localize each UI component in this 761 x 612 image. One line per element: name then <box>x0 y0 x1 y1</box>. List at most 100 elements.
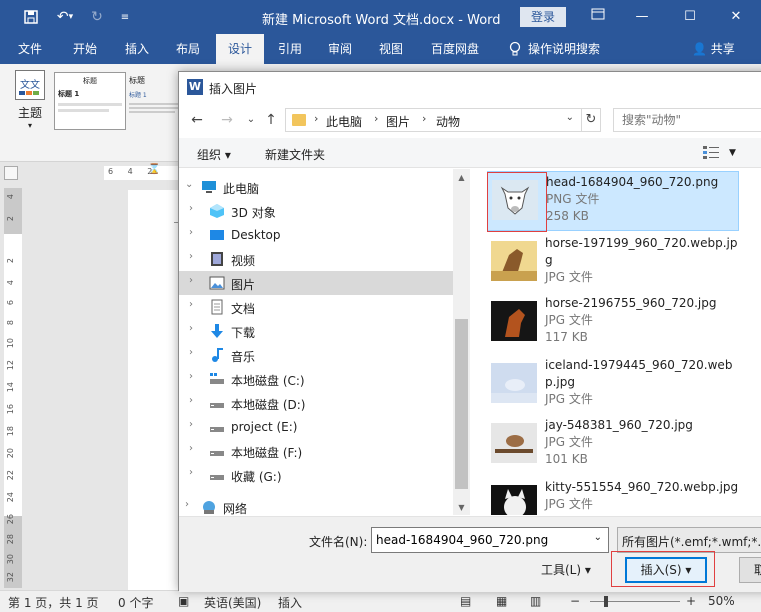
address-bar[interactable]: › 此电脑 › 图片 › 动物 ⌄ <box>285 108 601 132</box>
view-dropdown-icon[interactable]: ▼ <box>729 148 736 158</box>
file-item[interactable]: iceland-1979445_960_720.webp.jpg JPG 文件 <box>487 355 739 415</box>
nav-this-pc[interactable]: ⌄ 此电脑 <box>179 175 453 199</box>
zoom-in-icon[interactable]: + <box>686 594 696 608</box>
tools-button[interactable]: 工具(L) ▾ <box>541 561 591 578</box>
refresh-icon[interactable]: ↻ <box>581 108 601 132</box>
view-options-icon[interactable] <box>703 145 719 159</box>
file-item[interactable]: jay-548381_960_720.jpg JPG 文件 101 KB <box>487 415 739 475</box>
nav-pictures[interactable]: › 图片 <box>179 271 453 295</box>
chevron-right-icon[interactable]: › <box>189 275 193 286</box>
breadcrumb-separator-icon[interactable]: › <box>314 112 318 125</box>
scroll-down-icon[interactable]: ▼ <box>453 503 470 512</box>
web-layout-icon[interactable]: ▥ <box>530 594 541 608</box>
language[interactable]: 英语(美国) <box>204 594 261 611</box>
tab-home[interactable]: 开始 <box>62 34 108 64</box>
breadcrumb-this-pc[interactable]: 此电脑 <box>326 113 362 130</box>
address-dropdown-icon[interactable]: ⌄ <box>566 112 574 123</box>
organize-button[interactable]: 组织 ▾ <box>197 146 231 163</box>
chevron-right-icon[interactable]: › <box>185 499 189 510</box>
tab-selector[interactable] <box>4 166 18 180</box>
nav-drive-d[interactable]: › 本地磁盘 (D:) <box>179 391 453 415</box>
horizontal-ruler[interactable]: 6 4 2 ⌛ <box>104 164 178 180</box>
zoom-level[interactable]: 50% <box>708 594 735 608</box>
filename-combobox[interactable]: ⌄ <box>371 527 609 553</box>
zoom-slider-thumb[interactable] <box>604 596 608 607</box>
chevron-right-icon[interactable]: › <box>189 443 193 454</box>
nav-drive-f[interactable]: › 本地磁盘 (F:) <box>179 439 453 463</box>
breadcrumb-separator-icon[interactable]: › <box>422 112 426 125</box>
scrollbar-thumb[interactable] <box>455 319 468 489</box>
ribbon-display-icon[interactable] <box>586 7 610 27</box>
close-icon[interactable]: ✕ <box>724 7 748 27</box>
tab-baidu-netdisk[interactable]: 百度网盘 <box>420 34 490 64</box>
new-folder-button[interactable]: 新建文件夹 <box>265 146 325 163</box>
chevron-right-icon[interactable]: › <box>189 203 193 214</box>
chevron-right-icon[interactable]: › <box>189 323 193 334</box>
scroll-up-icon[interactable]: ▲ <box>453 173 470 182</box>
tab-review[interactable]: 审阅 <box>318 34 362 64</box>
page-count[interactable]: 第 1 页，共 1 页 <box>8 594 99 611</box>
tab-insert[interactable]: 插入 <box>114 34 160 64</box>
tell-me-search[interactable]: 操作说明搜索 <box>528 34 612 64</box>
forward-icon[interactable]: → <box>217 110 237 130</box>
breadcrumb-pictures[interactable]: 图片 <box>386 113 410 130</box>
nav-downloads[interactable]: › 下载 <box>179 319 453 343</box>
nav-videos[interactable]: › 视频 <box>179 247 453 271</box>
save-icon[interactable] <box>20 6 42 28</box>
recent-dropdown-icon[interactable]: ⌄ <box>241 110 261 130</box>
insert-button[interactable]: 插入(S) ▾ <box>625 557 707 583</box>
chevron-right-icon[interactable]: › <box>189 467 193 478</box>
back-icon[interactable]: ← <box>187 110 207 130</box>
chevron-right-icon[interactable]: › <box>189 347 193 358</box>
share-button[interactable]: 👤 共享 <box>692 34 735 64</box>
minimize-icon[interactable]: — <box>630 7 654 27</box>
filename-input[interactable] <box>372 528 582 552</box>
file-item[interactable]: kitty-551554_960_720.webp.jpg JPG 文件 <box>487 477 739 515</box>
cancel-button[interactable]: 取消 <box>739 557 761 583</box>
maximize-icon[interactable]: ☐ <box>678 7 702 27</box>
nav-3d-objects[interactable]: › 3D 对象 <box>179 199 453 223</box>
search-input[interactable] <box>614 109 761 131</box>
nav-drive-e[interactable]: › project (E:) <box>179 415 453 439</box>
chevron-right-icon[interactable]: › <box>189 419 193 430</box>
file-item[interactable]: horse-197199_960_720.webp.jpg JPG 文件 <box>487 233 739 293</box>
chevron-right-icon[interactable]: › <box>189 227 193 238</box>
up-icon[interactable]: ↑ <box>261 110 281 130</box>
redo-icon[interactable]: ↻ <box>86 6 108 28</box>
nav-scrollbar[interactable]: ▲ ▼ <box>453 169 470 515</box>
chevron-down-icon[interactable]: ⌄ <box>185 179 193 190</box>
nav-music[interactable]: › 音乐 <box>179 343 453 367</box>
indent-marker-icon[interactable]: ⌛ <box>148 164 160 175</box>
nav-network[interactable]: › 网络 <box>179 495 453 515</box>
login-button[interactable]: 登录 <box>520 7 566 27</box>
vertical-ruler[interactable]: 4 2 2 4 6 8 10 12 14 16 18 20 22 24 26 2… <box>4 188 22 588</box>
chevron-right-icon[interactable]: › <box>189 371 193 382</box>
file-item[interactable]: horse-2196755_960_720.jpg JPG 文件 117 KB <box>487 293 739 353</box>
breadcrumb-animals[interactable]: 动物 <box>436 113 460 130</box>
tab-layout[interactable]: 布局 <box>166 34 210 64</box>
tab-view[interactable]: 视图 <box>368 34 414 64</box>
tab-references[interactable]: 引用 <box>268 34 312 64</box>
nav-drive-c[interactable]: › 本地磁盘 (C:) <box>179 367 453 391</box>
undo-icon[interactable]: ↶ ▾ <box>50 6 80 28</box>
word-count[interactable]: 0 个字 <box>118 594 153 611</box>
insert-mode[interactable]: 插入 <box>278 594 302 611</box>
chevron-right-icon[interactable]: › <box>189 299 193 310</box>
zoom-out-icon[interactable]: − <box>570 594 580 608</box>
breadcrumb-separator-icon[interactable]: › <box>374 112 378 125</box>
tab-file[interactable]: 文件 <box>8 34 52 64</box>
read-mode-icon[interactable]: ▤ <box>460 594 471 608</box>
nav-drive-g[interactable]: › 收藏 (G:) <box>179 463 453 487</box>
proofing-icon[interactable]: ▣ <box>178 594 189 608</box>
nav-desktop[interactable]: › Desktop <box>179 223 453 247</box>
print-layout-icon[interactable]: ▦ <box>496 594 507 608</box>
chevron-down-icon[interactable]: ⌄ <box>594 532 602 543</box>
tab-design[interactable]: 设计 <box>216 34 264 64</box>
chevron-right-icon[interactable]: › <box>189 395 193 406</box>
style-gallery-item[interactable]: 标题 标题 1 <box>54 72 126 130</box>
nav-documents[interactable]: › 文档 <box>179 295 453 319</box>
customize-qat-icon[interactable]: ≡ <box>114 6 136 28</box>
filetype-select[interactable]: 所有图片(*.emf;*.wmf;*.jpg <box>617 527 761 553</box>
search-box[interactable] <box>613 108 761 132</box>
theme-button[interactable]: 文文 主题 ▾ <box>10 70 50 140</box>
